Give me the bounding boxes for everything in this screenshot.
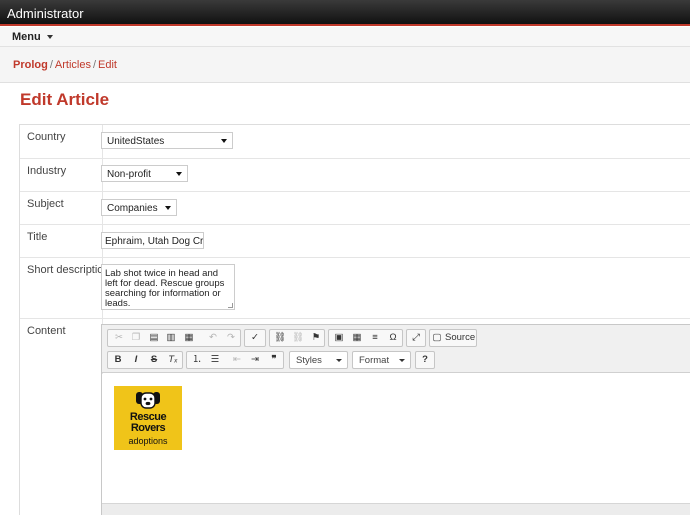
subject-select-value: Companies — [107, 203, 158, 214]
breadcrumb-bar: Prolog / Articles / Edit — [0, 47, 690, 83]
list-group: ⒈ ☰ ⇤ ⇥ ❞ — [186, 351, 284, 369]
editor-toolbar: ✂ ❐ ▤ ▥ ▦ ↶ ↷ ✓ ⛓ ⛓ ⚑ ▣ ▦ ≡ Ω ⤢ ▢ Source — [102, 325, 690, 373]
maximize-icon[interactable]: ⤢ — [407, 330, 425, 346]
anchor-flag-icon[interactable]: ⚑ — [307, 330, 325, 346]
short-description-text: Lab shot twice in head and left for dead… — [105, 268, 225, 309]
logo-text-line3: adoptions — [128, 436, 168, 446]
chevron-down-icon — [221, 139, 227, 143]
help-group: ? — [415, 351, 435, 369]
italic-icon[interactable]: I — [127, 352, 145, 368]
dog-icon — [136, 392, 160, 409]
special-char-icon[interactable]: Ω — [384, 330, 402, 346]
numbered-list-icon[interactable]: ⒈ — [188, 352, 206, 368]
breadcrumb-link-edit[interactable]: Edit — [98, 59, 117, 71]
chevron-down-icon — [46, 35, 53, 40]
source-icon: ▢ — [432, 332, 442, 343]
chevron-down-icon — [176, 172, 182, 176]
breadcrumb-link-prolog[interactable]: Prolog — [13, 59, 48, 71]
maximize-group: ⤢ — [406, 329, 426, 347]
image-icon[interactable]: ▣ — [330, 330, 348, 346]
remove-format-icon[interactable]: Tₓ — [164, 352, 182, 368]
rescue-rovers-logo-image: Rescue Rovers adoptions — [114, 386, 182, 450]
copy-icon[interactable]: ❐ — [127, 330, 145, 346]
chevron-down-icon — [165, 206, 171, 210]
redo-icon[interactable]: ↷ — [222, 330, 240, 346]
title-input[interactable]: Ephraim, Utah Dog Cruelt — [101, 232, 204, 249]
indent-icon[interactable]: ⇥ — [246, 352, 264, 368]
undo-icon[interactable]: ↶ — [204, 330, 222, 346]
paste-text-icon[interactable]: ▥ — [162, 330, 180, 346]
content-editor: ✂ ❐ ▤ ▥ ▦ ↶ ↷ ✓ ⛓ ⛓ ⚑ ▣ ▦ ≡ Ω ⤢ ▢ Source — [101, 324, 690, 515]
format-label: Format — [359, 355, 390, 366]
subject-select[interactable]: Companies — [101, 199, 177, 216]
chevron-down-icon — [399, 359, 405, 362]
breadcrumb-separator: / — [49, 59, 53, 71]
menu-dropdown[interactable]: Menu — [12, 31, 53, 43]
short-description-textarea[interactable]: Lab shot twice in head and left for dead… — [101, 264, 235, 310]
table-icon[interactable]: ▦ — [348, 330, 366, 346]
page-title: Edit Article — [20, 90, 110, 109]
menu-label: Menu — [12, 31, 41, 43]
spellcheck-group: ✓ — [244, 329, 266, 347]
unlink-icon[interactable]: ⛓ — [289, 330, 307, 346]
link-icon[interactable]: ⛓ — [271, 330, 289, 346]
industry-select-value: Non-profit — [107, 169, 151, 180]
bulleted-list-icon[interactable]: ☰ — [206, 352, 224, 368]
spellcheck-icon[interactable]: ✓ — [246, 330, 264, 346]
strikethrough-icon[interactable]: S — [145, 352, 163, 368]
logo-text-line2: Rovers — [130, 422, 166, 434]
industry-select[interactable]: Non-profit — [101, 165, 188, 182]
styles-label: Styles — [296, 355, 322, 366]
source-label: Source — [445, 332, 476, 343]
title-label: Title — [27, 231, 48, 243]
blockquote-icon[interactable]: ❞ — [265, 352, 283, 368]
short-description-label: Short description — [27, 264, 110, 276]
logo-text-line1: Rescue — [129, 411, 167, 423]
source-button[interactable]: ▢ Source — [429, 329, 477, 347]
subject-label: Subject — [27, 198, 64, 210]
breadcrumb-separator: / — [92, 59, 97, 71]
help-icon[interactable]: ? — [416, 352, 434, 368]
outdent-icon[interactable]: ⇤ — [228, 352, 246, 368]
menu-bar: Menu — [0, 27, 690, 47]
industry-label: Industry — [27, 165, 67, 177]
breadcrumb: Prolog / Articles / Edit — [13, 59, 117, 71]
top-bar: Administrator — [0, 0, 690, 26]
resize-handle-icon[interactable] — [228, 303, 233, 308]
bold-icon[interactable]: B — [109, 352, 127, 368]
clipboard-group: ✂ ❐ ▤ ▥ ▦ ↶ ↷ — [107, 329, 241, 347]
chevron-down-icon — [336, 359, 342, 362]
breadcrumb-link-articles[interactable]: Articles — [55, 59, 91, 71]
country-label: Country — [27, 131, 66, 143]
content-label: Content — [27, 325, 66, 337]
country-select[interactable]: UnitedStates — [101, 132, 233, 149]
format-combo[interactable]: Format — [352, 351, 411, 369]
horizontal-line-icon[interactable]: ≡ — [366, 330, 384, 346]
basic-styles-group: B I S Tₓ — [107, 351, 183, 369]
country-select-value: UnitedStates — [107, 136, 165, 147]
styles-combo[interactable]: Styles — [289, 351, 348, 369]
link-group: ⛓ ⛓ ⚑ — [269, 329, 325, 347]
paste-word-icon[interactable]: ▦ — [180, 330, 198, 346]
insert-group: ▣ ▦ ≡ Ω — [328, 329, 403, 347]
app-title: Administrator — [7, 6, 84, 21]
paste-icon[interactable]: ▤ — [145, 330, 163, 346]
editor-status-bar — [102, 503, 690, 515]
cut-icon[interactable]: ✂ — [110, 330, 128, 346]
editor-content-area[interactable]: Rescue Rovers adoptions — [102, 374, 690, 504]
